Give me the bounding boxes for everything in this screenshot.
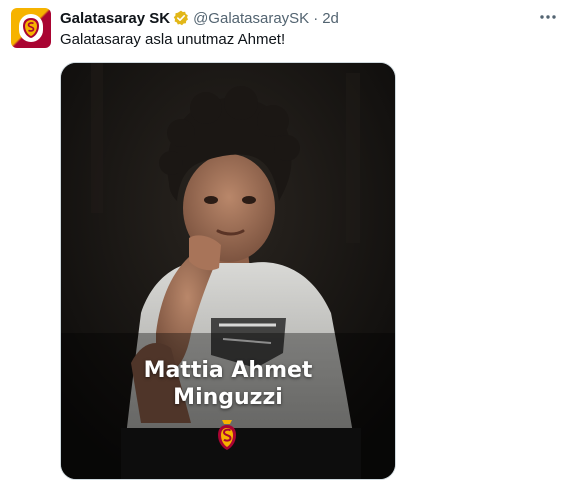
galatasaray-logo-icon <box>216 419 238 451</box>
tweet-text: Galatasaray asla unutmaz Ahmet! <box>60 31 286 48</box>
portrait-photo <box>61 63 395 479</box>
more-options-icon[interactable] <box>537 8 559 26</box>
galatasaray-crest-icon <box>19 14 43 42</box>
tweet-header: Galatasaray SK @GalatasaraySK · 2d <box>60 8 539 28</box>
player-name-line-2: Minguzzi <box>173 385 283 410</box>
avatar[interactable] <box>11 8 51 48</box>
timestamp[interactable]: 2d <box>322 10 339 27</box>
author-name[interactable]: Galatasaray SK <box>60 10 170 27</box>
verified-badge-icon[interactable] <box>173 10 189 26</box>
player-name-line-1: Mattia Ahmet <box>143 358 313 383</box>
tweet-media-image[interactable]: Mattia Ahmet Minguzzi <box>60 62 396 480</box>
author-handle[interactable]: @GalatasaraySK <box>193 10 309 27</box>
tweet[interactable]: Galatasaray SK @GalatasaraySK · 2d Galat… <box>0 0 569 486</box>
separator-dot: · <box>313 9 319 27</box>
